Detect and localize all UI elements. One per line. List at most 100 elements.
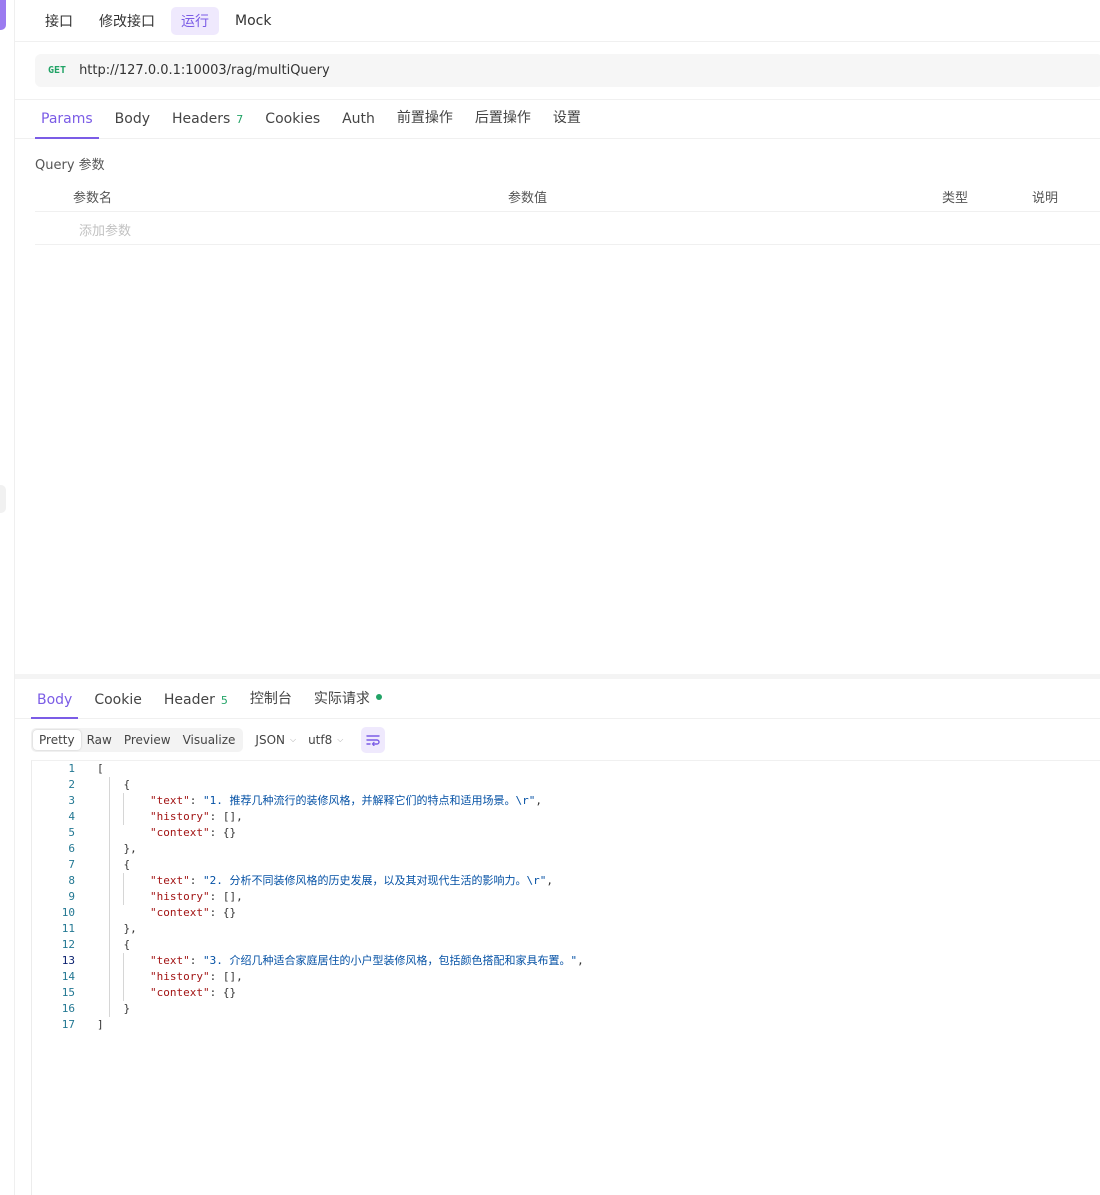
- tab-params[interactable]: Params: [35, 111, 99, 139]
- column-param-desc: 说明: [1032, 191, 1059, 206]
- tab-response-header[interactable]: Header 5: [158, 692, 234, 718]
- tab-interface[interactable]: 接口: [35, 7, 83, 35]
- column-param-type: 类型: [942, 191, 969, 206]
- code-text: [: [97, 762, 104, 775]
- http-method-badge[interactable]: GET: [48, 65, 66, 76]
- code-line: 15 "context": {}: [32, 985, 1092, 1001]
- green-dot-icon: [375, 694, 382, 700]
- tab-response-body[interactable]: Body: [31, 692, 79, 719]
- view-raw-button[interactable]: Raw: [81, 730, 118, 750]
- tab-params-label: Params: [41, 111, 93, 127]
- format-select-value: JSON: [255, 733, 285, 747]
- tab-settings[interactable]: 设置: [547, 107, 587, 138]
- code-line: 17]: [32, 1017, 1092, 1033]
- code-text: "context": {}: [149, 906, 237, 919]
- code-line: 1[: [32, 761, 1092, 777]
- sidebar-collapse-handle[interactable]: [0, 0, 6, 30]
- sidebar-resize-handle[interactable]: [0, 485, 6, 513]
- tab-edit-interface[interactable]: 修改接口: [89, 7, 165, 35]
- code-line: 5 "context": {}: [32, 825, 1092, 841]
- code-text: "context": {}: [149, 986, 237, 999]
- tab-post-operations-label: 后置操作: [474, 110, 531, 126]
- tab-response-cookie[interactable]: Cookie: [88, 692, 148, 718]
- line-number: 8: [68, 874, 75, 887]
- code-text: "history": [],: [149, 810, 243, 823]
- code-line: 13 "text": "3. 介绍几种适合家庭居住的小户型装修风格，包括颜色搭配…: [32, 953, 1092, 969]
- line-number: 4: [68, 810, 75, 823]
- line-number: 3: [68, 794, 75, 807]
- tab-headers[interactable]: Headers 7: [166, 111, 249, 138]
- line-number: 5: [68, 826, 75, 839]
- code-line: 6 },: [32, 841, 1092, 857]
- tab-response-body-label: Body: [37, 692, 73, 708]
- code-line: 7 {: [32, 857, 1092, 873]
- tab-headers-label: Headers: [172, 111, 231, 127]
- response-code-viewer[interactable]: 1[2 {3 "text": "1. 推荐几种流行的装修风格，并解释它们的特点和…: [31, 760, 1100, 1195]
- tab-body[interactable]: Body: [109, 111, 156, 138]
- response-header-count-badge: 5: [220, 694, 228, 707]
- add-param-input[interactable]: 添加参数: [79, 220, 131, 239]
- tab-pre-operations[interactable]: 前置操作: [391, 107, 459, 138]
- line-number: 14: [61, 970, 75, 983]
- tab-post-operations[interactable]: 后置操作: [469, 107, 537, 138]
- line-number: 11: [61, 922, 75, 935]
- format-select[interactable]: JSON ⌵: [255, 733, 296, 747]
- view-pretty-button[interactable]: Pretty: [33, 730, 81, 750]
- query-params-title: Query 参数: [35, 158, 105, 173]
- line-number: 17: [61, 1018, 75, 1031]
- tab-response-header-label: Header: [163, 692, 215, 708]
- code-line: 9 "history": [],: [32, 889, 1092, 905]
- main-panel: 接口 修改接口 运行 Mock GET http://127.0.0.1:100…: [15, 0, 1100, 1195]
- code-text: },: [97, 922, 137, 935]
- tab-auth[interactable]: Auth: [336, 111, 381, 138]
- tab-run[interactable]: 运行: [171, 6, 219, 35]
- word-wrap-button[interactable]: [361, 727, 386, 753]
- code-line: 3 "text": "1. 推荐几种流行的装修风格，并解释它们的特点和适用场景。…: [32, 793, 1092, 809]
- line-number: 2: [68, 778, 75, 791]
- line-number: 1: [68, 762, 75, 775]
- top-tab-bar: 接口 修改接口 运行 Mock: [15, 0, 1100, 42]
- tab-cookies[interactable]: Cookies: [259, 111, 326, 138]
- code-text: },: [97, 842, 137, 855]
- code-text: "text": "3. 介绍几种适合家庭居住的小户型装修风格，包括颜色搭配和家具…: [149, 954, 584, 967]
- code-text: "text": "1. 推荐几种流行的装修风格，并解释它们的特点和适用场景。\r…: [149, 794, 542, 807]
- line-number: 15: [61, 986, 75, 999]
- code-text: {: [97, 938, 131, 951]
- word-wrap-icon: [366, 735, 381, 746]
- left-sidebar-edge: [0, 0, 15, 1195]
- chevron-down-icon: ⌵: [289, 735, 297, 744]
- code-line: 11 },: [32, 921, 1092, 937]
- tab-response-cookie-label: Cookie: [94, 692, 142, 708]
- encoding-select-value: utf8: [308, 733, 333, 747]
- line-number: 12: [61, 938, 75, 951]
- encoding-select[interactable]: utf8 ⌵: [308, 733, 343, 747]
- code-line: 4 "history": [],: [32, 809, 1092, 825]
- code-text: {: [97, 858, 131, 871]
- code-text: }: [97, 1002, 131, 1015]
- params-table-header: 参数名 参数值 类型 说明: [35, 180, 1100, 212]
- url-input[interactable]: http://127.0.0.1:10003/rag/multiQuery: [79, 63, 330, 78]
- code-text: {: [97, 778, 131, 791]
- url-bar[interactable]: GET http://127.0.0.1:10003/rag/multiQuer…: [35, 54, 1100, 87]
- tab-body-label: Body: [114, 111, 151, 127]
- line-number: 7: [68, 858, 75, 871]
- panel-splitter[interactable]: [15, 674, 1100, 679]
- code-line: 8 "text": "2. 分析不同装修风格的历史发展，以及其对现代生活的影响力…: [32, 873, 1092, 889]
- view-visualize-button[interactable]: Visualize: [177, 730, 242, 750]
- column-param-name: 参数名: [73, 191, 113, 206]
- tab-cookies-label: Cookies: [265, 111, 321, 127]
- code-line: 14 "history": [],: [32, 969, 1092, 985]
- code-text: "text": "2. 分析不同装修风格的历史发展，以及其对现代生活的影响力。\…: [149, 874, 553, 887]
- code-line: 10 "context": {}: [32, 905, 1092, 921]
- line-number: 16: [61, 1002, 75, 1015]
- add-param-row[interactable]: 添加参数: [35, 212, 1100, 245]
- response-toolbar: Pretty Raw Preview Visualize JSON ⌵ utf8…: [31, 726, 386, 754]
- view-preview-button[interactable]: Preview: [118, 730, 177, 750]
- tab-console[interactable]: 控制台: [244, 688, 298, 718]
- tab-actual-request[interactable]: 实际请求: [308, 688, 388, 718]
- tab-mock[interactable]: Mock: [225, 9, 281, 33]
- line-number: 9: [68, 890, 75, 903]
- tab-actual-request-label: 实际请求: [313, 691, 370, 707]
- code-line: 2 {: [32, 777, 1092, 793]
- chevron-down-icon: ⌵: [337, 735, 344, 744]
